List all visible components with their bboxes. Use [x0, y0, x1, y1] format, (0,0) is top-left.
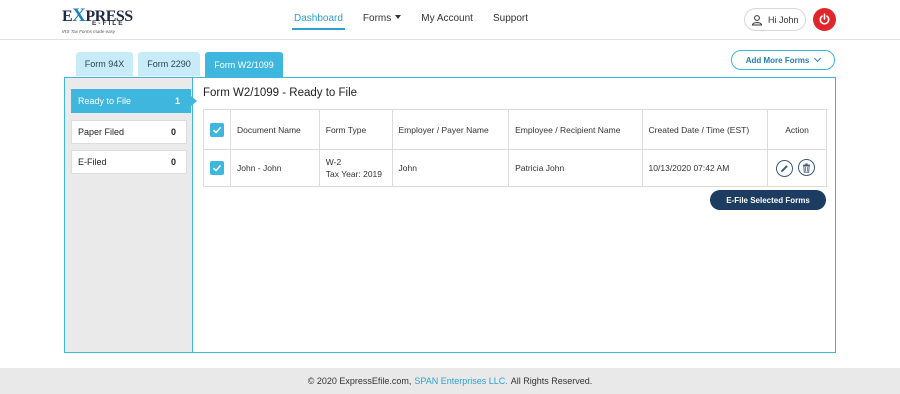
sidebar-item-label: Ready to File: [78, 96, 132, 106]
select-all-checkbox[interactable]: [210, 122, 224, 137]
tab-form-2290-label: Form 2290: [147, 59, 191, 69]
tax-year-value: Tax Year: 2019: [325, 169, 383, 179]
sidebar-item-paper-filed[interactable]: Paper Filed 0: [71, 120, 187, 144]
logo-tagline: IRS Tax Forms made easy: [62, 29, 116, 34]
efile-button-label: E-File Selected Forms: [726, 195, 810, 205]
cell-created: 10/13/2020 07:42 AM: [641, 149, 769, 187]
column-header-created[interactable]: Created Date / Time (EST): [641, 109, 769, 150]
tab-form-w2-1099-label: Form W2/1099: [214, 59, 274, 70]
cell-form-type: W-2 Tax Year: 2019: [318, 149, 393, 187]
check-icon: [212, 126, 222, 134]
form-type-value: W-2: [325, 157, 342, 167]
top-header: EXPRESS E-FILE IRS Tax Forms made easy D…: [0, 0, 900, 40]
chevron-down-icon: [814, 54, 822, 63]
cell-actions: [767, 149, 827, 187]
sidebar-item-label: E-Filed: [78, 157, 107, 167]
nav-dashboard-label: Dashboard: [294, 13, 343, 24]
efile-selected-forms-button[interactable]: E-File Selected Forms: [710, 190, 826, 210]
edit-button[interactable]: [775, 159, 793, 177]
nav-dashboard[interactable]: Dashboard: [292, 0, 345, 31]
user-greeting: Hi John: [768, 14, 799, 25]
nav-forms-label: Forms: [362, 13, 392, 24]
sidebar-item-count: 0: [170, 127, 176, 137]
row-select-cell: [203, 149, 231, 187]
footer-rights: All Rights Reserved.: [510, 376, 593, 386]
pencil-icon: [780, 164, 788, 172]
tab-form-94x-label: Form 94X: [84, 59, 125, 69]
expressefile-logo[interactable]: EXPRESS E-FILE IRS Tax Forms made easy: [62, 5, 152, 35]
sidebar-item-label: Paper Filed: [78, 127, 125, 137]
select-all-cell: [203, 109, 231, 150]
row-checkbox[interactable]: [210, 161, 224, 175]
nav-forms[interactable]: Forms: [362, 0, 402, 31]
logout-button[interactable]: [813, 8, 836, 31]
forms-table: Document Name Form Type Employer / Payer…: [203, 109, 827, 187]
cell-document-name: John - John: [230, 149, 320, 187]
user-icon: [751, 14, 763, 25]
forms-panel: Ready to File 1 Paper Filed 0 E-Filed 0 …: [64, 77, 836, 353]
nav-my-account[interactable]: My Account: [421, 0, 473, 31]
check-icon: [212, 164, 222, 172]
sidebar-item-count: 0: [170, 157, 176, 167]
sidebar-item-ready-to-file[interactable]: Ready to File 1: [71, 89, 197, 113]
user-menu-button[interactable]: Hi John: [744, 8, 806, 31]
footer-company-link[interactable]: SPAN Enterprises LLC.: [414, 376, 507, 386]
tab-form-94x[interactable]: Form 94X: [76, 52, 133, 76]
cell-employee: Patricia John: [508, 149, 643, 187]
add-more-forms-button[interactable]: Add More Forms: [731, 50, 835, 70]
nav-support-label: Support: [492, 13, 528, 24]
cell-employer: John: [391, 149, 510, 187]
column-header-form-type[interactable]: Form Type: [318, 109, 393, 150]
table-header-row: Document Name Form Type Employer / Payer…: [203, 109, 827, 150]
column-header-employee[interactable]: Employee / Recipient Name: [508, 109, 643, 150]
footer-copyright: © 2020 ExpressEfile.com,: [307, 376, 412, 386]
sidebar-item-e-filed[interactable]: E-Filed 0: [71, 150, 187, 174]
delete-button[interactable]: [798, 159, 816, 177]
tab-form-2290[interactable]: Form 2290: [138, 52, 200, 76]
page-title: Form W2/1099 - Ready to File: [203, 87, 358, 99]
column-header-employer[interactable]: Employer / Payer Name: [391, 109, 510, 150]
logo-letter-x: X: [72, 5, 86, 26]
column-header-document-name[interactable]: Document Name: [230, 109, 320, 150]
nav-my-account-label: My Account: [421, 13, 473, 24]
tab-form-w2-1099[interactable]: Form W2/1099: [205, 52, 283, 77]
table-row: John - John W-2 Tax Year: 2019 John Patr…: [203, 149, 827, 187]
trash-icon: [803, 163, 811, 173]
logo-letter-e: E: [62, 8, 73, 25]
nav-support[interactable]: Support: [493, 0, 528, 31]
add-more-forms-label: Add More Forms: [745, 55, 810, 65]
power-icon: [819, 13, 830, 25]
sidebar-item-count: 1: [174, 96, 180, 106]
column-header-action: Action: [767, 109, 827, 150]
status-sidebar: Ready to File 1 Paper Filed 0 E-Filed 0: [65, 78, 197, 352]
logo-subtitle: E-FILE: [92, 20, 125, 27]
main-nav: Dashboard Forms My Account Support: [292, 0, 548, 40]
caret-down-icon: [395, 15, 402, 19]
page-footer: © 2020 ExpressEfile.com, SPAN Enterprise…: [0, 368, 900, 394]
